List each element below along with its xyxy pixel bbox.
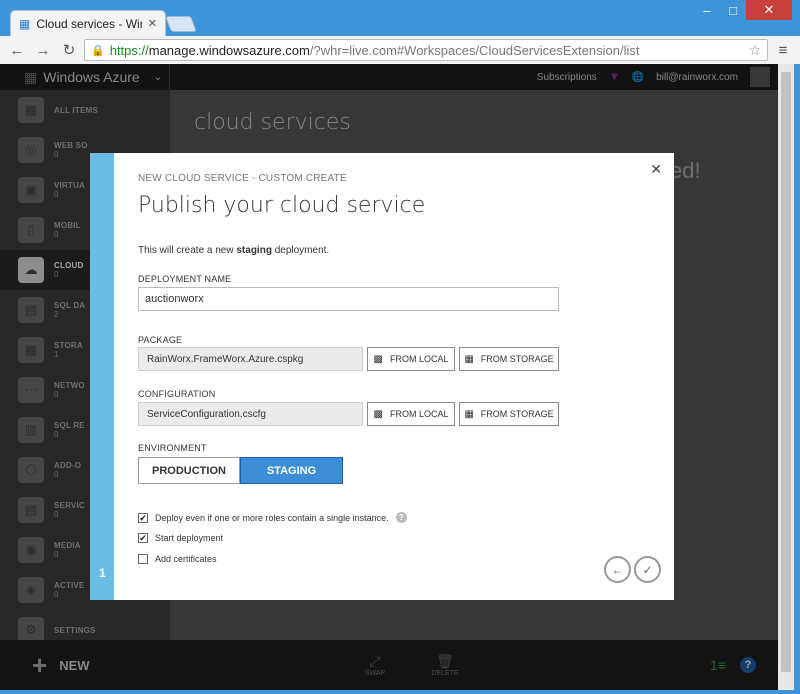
single-instance-option: ✔ Deploy even if one or more roles conta… xyxy=(138,512,407,523)
add-certificates-checkbox[interactable] xyxy=(138,554,148,564)
dialog-title: Publish your cloud service xyxy=(138,193,426,218)
back-arrow-button[interactable]: ← xyxy=(604,556,631,583)
package-from-local-button[interactable]: ▩ FROM LOCAL xyxy=(367,347,455,371)
menu-icon[interactable]: ≡ xyxy=(772,39,794,61)
info-text-pre: This will create a new xyxy=(138,245,237,256)
close-window-button[interactable]: ✕ xyxy=(746,0,792,20)
step-number: 1 xyxy=(99,566,106,580)
help-icon[interactable]: ? xyxy=(395,512,407,523)
url-path: /?whr=live.com#Workspaces/CloudServicesE… xyxy=(309,42,640,58)
maximize-button[interactable]: □ xyxy=(720,0,746,20)
deployment-name-label: DEPLOYMENT NAME xyxy=(138,274,232,284)
browser-toolbar: ← → ↻ 🔒 https://manage.windowsazure.com/… xyxy=(0,36,800,64)
package-from-storage-button[interactable]: ▦ FROM STORAGE xyxy=(459,347,559,371)
from-local-label: FROM LOCAL xyxy=(389,354,449,364)
environment-label: ENVIRONMENT xyxy=(138,443,207,453)
start-deployment-option: ✔ Start deployment xyxy=(138,533,223,543)
configuration-label: CONFIGURATION xyxy=(138,389,216,399)
info-text-post: deployment. xyxy=(271,245,330,256)
close-dialog-icon[interactable]: ✕ xyxy=(650,161,662,178)
confirm-button[interactable]: ✓ xyxy=(634,556,661,583)
windows-logo-icon: ▦ xyxy=(19,16,31,31)
from-local-label: FROM LOCAL xyxy=(389,409,449,419)
config-from-storage-button[interactable]: ▦ FROM STORAGE xyxy=(459,402,559,426)
dialog-subtitle: NEW CLOUD SERVICE - CUSTOM CREATE xyxy=(138,173,347,184)
from-storage-label: FROM STORAGE xyxy=(480,409,554,419)
url-host: manage.windowsazure.com xyxy=(148,42,310,58)
from-storage-label: FROM STORAGE xyxy=(480,354,554,364)
publish-dialog: 1 ✕ NEW CLOUD SERVICE - CUSTOM CREATE Pu… xyxy=(90,153,674,600)
add-certificates-label: Add certificates xyxy=(155,554,217,564)
staging-button[interactable]: STAGING xyxy=(240,457,343,484)
lock-icon: 🔒 xyxy=(91,44,105,57)
storage-grid-icon: ▦ xyxy=(464,408,474,420)
reload-button[interactable]: ↻ xyxy=(58,39,80,61)
environment-toggle: PRODUCTION STAGING xyxy=(138,457,343,484)
start-deployment-checkbox[interactable]: ✔ xyxy=(138,533,148,543)
arrow-left-icon: ← xyxy=(611,562,624,577)
close-tab-icon[interactable]: ✕ xyxy=(148,17,157,30)
checkmark-icon: ✓ xyxy=(642,562,653,577)
package-label: PACKAGE xyxy=(138,335,183,345)
storage-grid-icon: ▦ xyxy=(464,353,474,365)
dialog-info: This will create a new staging deploymen… xyxy=(138,245,329,256)
address-bar[interactable]: 🔒 https://manage.windowsazure.com/?whr=l… xyxy=(84,39,768,61)
scrollbar-thumb[interactable] xyxy=(781,72,791,672)
package-field: RainWorx.FrameWorx.Azure.cspkg xyxy=(138,347,363,371)
single-instance-checkbox[interactable]: ✔ xyxy=(138,512,148,523)
folder-icon: ▩ xyxy=(373,408,383,420)
url-scheme: https:// xyxy=(109,42,149,58)
tab-title: Cloud services - Windows xyxy=(36,16,141,31)
forward-button[interactable]: → xyxy=(32,39,54,61)
window-controls: – □ ✕ xyxy=(694,0,792,20)
config-from-local-button[interactable]: ▩ FROM LOCAL xyxy=(367,402,455,426)
new-tab-button[interactable] xyxy=(165,16,197,32)
tab-strip: ▦ Cloud services - Windows ✕ – □ ✕ xyxy=(0,0,800,36)
bookmark-star-icon[interactable]: ☆ xyxy=(748,42,761,59)
deployment-name-input[interactable]: auctionworx xyxy=(138,287,559,311)
info-text-bold: staging xyxy=(236,245,272,256)
start-deployment-label: Start deployment xyxy=(155,533,224,543)
single-instance-label: Deploy even if one or more roles contain… xyxy=(155,512,389,523)
minimize-button[interactable]: – xyxy=(694,0,720,20)
add-certificates-option: Add certificates xyxy=(138,554,217,564)
production-button[interactable]: PRODUCTION xyxy=(138,457,240,484)
folder-icon: ▩ xyxy=(373,353,383,365)
browser-tab[interactable]: ▦ Cloud services - Windows ✕ xyxy=(10,10,166,36)
wizard-step-rail: 1 xyxy=(90,153,114,600)
back-button[interactable]: ← xyxy=(6,39,28,61)
configuration-field: ServiceConfiguration.cscfg xyxy=(138,402,363,426)
page-scrollbar[interactable] xyxy=(778,64,794,690)
